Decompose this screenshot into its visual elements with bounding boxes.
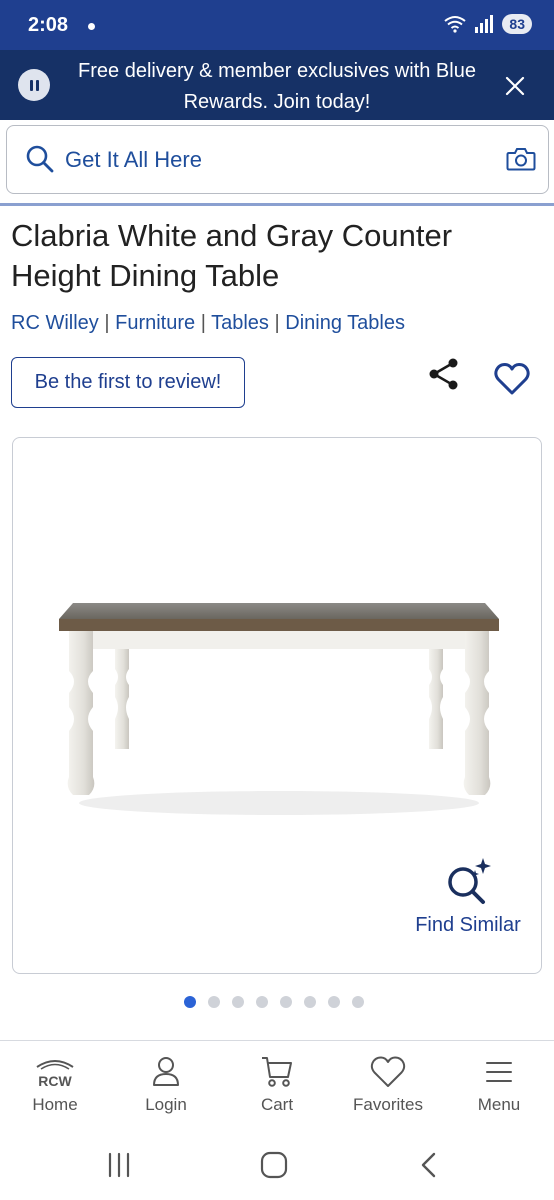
home-button-icon[interactable]: [259, 1150, 289, 1180]
carousel-dot[interactable]: [280, 996, 292, 1008]
hamburger-icon: [486, 1062, 512, 1082]
wifi-icon: [444, 16, 467, 33]
recent-apps-icon[interactable]: [104, 1150, 134, 1180]
nav-cart-label: Cart: [260, 1095, 294, 1114]
carousel-dot[interactable]: [304, 996, 316, 1008]
breadcrumb: RC Willey | Furniture | Tables | Dining …: [11, 312, 405, 335]
home-logo-text: RCW: [38, 1073, 72, 1089]
status-indicators: 83: [444, 14, 532, 34]
header-divider: [0, 203, 554, 206]
user-icon: [153, 1057, 179, 1086]
nav-cart[interactable]: Cart: [222, 1055, 332, 1115]
breadcrumb-separator: |: [200, 312, 206, 334]
find-similar-label: Find Similar: [415, 914, 521, 936]
nav-menu[interactable]: Menu: [444, 1055, 554, 1115]
battery-indicator: 83: [502, 14, 532, 34]
promo-banner: Free delivery & member exclusives with B…: [0, 50, 554, 120]
status-time: 2:08: [28, 14, 69, 36]
pause-bar-icon: [29, 79, 33, 91]
favorite-heart-icon[interactable]: [494, 362, 530, 396]
nav-favorites-label: Favorites: [353, 1095, 423, 1114]
carousel-dot[interactable]: [256, 996, 268, 1008]
search-bar[interactable]: Get It All Here: [6, 125, 549, 194]
status-bar: 2:08 83: [0, 0, 554, 50]
write-review-button[interactable]: Be the first to review!: [11, 357, 245, 408]
promo-text[interactable]: Free delivery & member exclusives with B…: [70, 56, 484, 118]
nav-home[interactable]: RCW Home: [0, 1055, 110, 1115]
heart-icon: [370, 1056, 406, 1087]
find-similar-button[interactable]: Find Similar: [408, 856, 528, 937]
signal-icon: [475, 15, 494, 33]
carousel-dot[interactable]: [184, 996, 196, 1008]
nav-login-label: Login: [145, 1095, 187, 1114]
close-icon[interactable]: [504, 75, 526, 97]
product-image-card[interactable]: Find Similar: [12, 437, 542, 974]
bottom-navigation: RCW Home Login Cart Favorites Menu: [0, 1040, 554, 1130]
nav-menu-label: Menu: [477, 1095, 521, 1114]
share-icon[interactable]: [426, 356, 462, 392]
sparkle-search-icon: [448, 858, 491, 904]
back-icon[interactable]: [414, 1150, 444, 1180]
camera-icon[interactable]: [506, 146, 536, 172]
nav-favorites[interactable]: Favorites: [333, 1055, 443, 1115]
search-icon: [26, 145, 54, 173]
cart-icon: [262, 1057, 292, 1087]
breadcrumb-separator: |: [274, 312, 280, 334]
product-image: [59, 603, 499, 815]
nav-home-label: Home: [32, 1095, 78, 1114]
carousel-dot[interactable]: [232, 996, 244, 1008]
breadcrumb-item-furniture[interactable]: Furniture: [115, 312, 195, 334]
nav-login[interactable]: Login: [111, 1055, 221, 1115]
breadcrumb-item-dining-tables[interactable]: Dining Tables: [285, 312, 405, 334]
page-title: Clabria White and Gray Counter Height Di…: [11, 218, 453, 293]
pause-bar-icon: [35, 79, 39, 91]
notification-dot-icon: [88, 23, 95, 30]
home-logo-icon: RCW: [36, 1060, 74, 1089]
pause-button[interactable]: [18, 69, 50, 101]
carousel-dot[interactable]: [328, 996, 340, 1008]
image-carousel-indicator: [184, 996, 364, 1008]
breadcrumb-item-rc-willey[interactable]: RC Willey: [11, 312, 99, 334]
carousel-dot[interactable]: [208, 996, 220, 1008]
search-input[interactable]: Get It All Here: [65, 147, 202, 173]
breadcrumb-separator: |: [104, 312, 110, 334]
carousel-dot[interactable]: [352, 996, 364, 1008]
system-navigation-bar: [0, 1130, 554, 1200]
breadcrumb-item-tables[interactable]: Tables: [211, 312, 269, 334]
